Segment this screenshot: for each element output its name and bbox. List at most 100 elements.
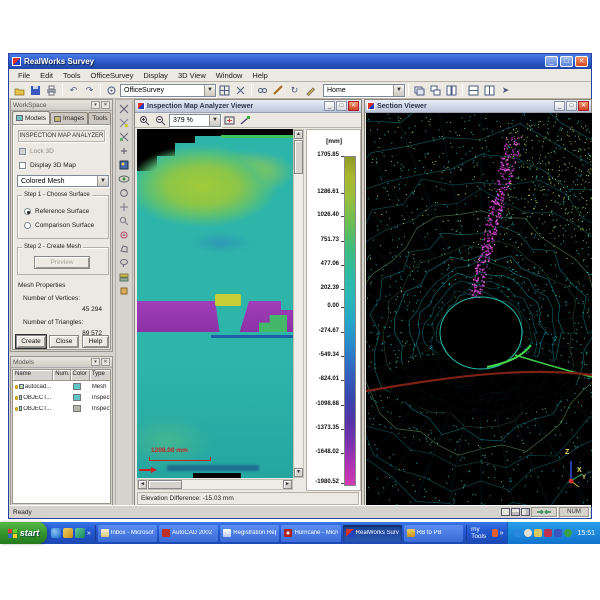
zoom-out-icon[interactable] [153, 113, 168, 127]
minimize-button[interactable]: _ [545, 56, 558, 67]
box-tool-icon[interactable] [117, 284, 131, 297]
scroll-right-icon[interactable]: ► [283, 480, 292, 489]
col-type[interactable]: Type [90, 370, 110, 380]
zoom-level-combobox[interactable]: 379 % ▼ [169, 114, 221, 127]
tray-update-icon[interactable] [534, 529, 542, 537]
quick-launch-overflow-icon[interactable]: » [87, 530, 91, 537]
rotate-icon[interactable]: ↻ [287, 83, 302, 97]
measure-icon[interactable] [271, 83, 286, 97]
tray-volume-icon[interactable] [524, 529, 532, 537]
desktop-icon[interactable] [63, 528, 73, 538]
vertical-scroll-thumb[interactable] [294, 140, 303, 174]
segment-keep-icon[interactable] [117, 116, 131, 129]
link-icon[interactable] [255, 83, 270, 97]
panel-menu-icon[interactable]: ▾ [91, 101, 100, 109]
pan-view-icon[interactable] [117, 200, 131, 213]
image-tool-icon[interactable] [117, 158, 131, 171]
menu-display[interactable]: Display [138, 71, 173, 80]
help-pointer-icon[interactable]: ➤ [498, 83, 513, 97]
map-viewer-titlebar[interactable]: Inspection Map Analyzer Viewer _ □ ✕ [135, 100, 361, 113]
panel-close-icon[interactable]: ✕ [101, 101, 110, 109]
menu-help[interactable]: Help [247, 71, 272, 80]
col-name[interactable]: Name [13, 370, 53, 380]
tray-display-icon[interactable] [554, 529, 562, 537]
table-row[interactable]: autocad... Mesh [13, 381, 110, 392]
mesh-type-combobox[interactable]: Colored Mesh ▼ [17, 175, 109, 187]
panel-close-icon[interactable]: ✕ [101, 358, 110, 366]
viewer-maximize-icon[interactable]: □ [336, 101, 347, 111]
start-button[interactable]: start [0, 522, 47, 544]
reference-surface-radio[interactable] [24, 208, 31, 215]
cascade-windows-icon[interactable] [428, 83, 443, 97]
task-autocad[interactable]: AutoCAD 2002 [159, 525, 218, 542]
maximize-button[interactable]: □ [560, 56, 573, 67]
layout-single-icon[interactable] [501, 508, 510, 516]
view-combobox[interactable]: Home ▼ [323, 84, 405, 97]
cut-icon[interactable] [233, 83, 248, 97]
vertical-scrollbar[interactable]: ▲ ▼ [293, 129, 304, 478]
rotate-view-icon[interactable] [117, 186, 131, 199]
lock3d-checkbox[interactable] [19, 148, 26, 155]
target-view-icon[interactable] [117, 228, 131, 241]
menu-edit[interactable]: Edit [35, 71, 58, 80]
task-realworks[interactable]: RealWorks Survey [343, 525, 402, 542]
lasso-tool-icon[interactable] [117, 256, 131, 269]
tray-shield-icon[interactable] [564, 529, 572, 537]
tray-network-icon[interactable] [514, 529, 522, 537]
media-icon[interactable] [75, 528, 85, 538]
save-icon[interactable] [28, 83, 43, 97]
browser-icon[interactable] [51, 528, 61, 538]
horizontal-scrollbar[interactable]: ◄ ► [137, 479, 293, 490]
menu-file[interactable]: File [13, 71, 35, 80]
open-icon[interactable] [12, 83, 27, 97]
menu-window[interactable]: Window [211, 71, 248, 80]
close-mesh-button[interactable]: Close [49, 335, 79, 348]
segment-delete-icon[interactable] [117, 102, 131, 115]
task-rb-to-pb[interactable]: RB to PB [404, 525, 463, 542]
mytools-toolbar[interactable]: my Tools » [466, 525, 507, 541]
tray-antivirus-icon[interactable] [544, 529, 552, 537]
section-3d-view[interactable]: Z X Y [366, 113, 592, 507]
segment-in-icon[interactable] [117, 130, 131, 143]
grid-icon[interactable] [217, 83, 232, 97]
split-vertical-icon[interactable] [482, 83, 497, 97]
horizontal-scroll-thumb[interactable] [148, 480, 182, 489]
scroll-down-icon[interactable]: ▼ [294, 468, 303, 477]
measure-map-icon[interactable] [238, 113, 253, 127]
zoom-in-icon[interactable] [137, 113, 152, 127]
viewer-close-icon[interactable]: ✕ [348, 101, 359, 111]
create-button[interactable]: Create [16, 335, 46, 348]
workspace-panel-titlebar[interactable]: WorkSpace ▾ ✕ [11, 100, 112, 111]
viewer-minimize-icon[interactable]: _ [554, 101, 565, 111]
chevron-down-icon[interactable]: ▼ [97, 176, 108, 186]
panel-menu-icon[interactable]: ▾ [91, 358, 100, 366]
viewer-close-icon[interactable]: ✕ [578, 101, 589, 111]
scroll-left-icon[interactable]: ◄ [138, 480, 147, 489]
display3dmap-checkbox[interactable] [19, 162, 26, 169]
task-inbox[interactable]: Inbox - Microsof... [98, 525, 157, 542]
layout-split-icon[interactable] [511, 508, 520, 516]
visibility-bulb-icon[interactable] [15, 407, 18, 411]
comparison-surface-radio[interactable] [24, 222, 31, 229]
officesurvey-combobox[interactable]: OfficeSurvey ▼ [120, 84, 216, 97]
edit-pen-icon[interactable] [303, 83, 318, 97]
tile-windows-icon[interactable] [444, 83, 459, 97]
task-hurricane[interactable]: Hurricane - Micro... [281, 525, 340, 542]
chevron-down-icon[interactable]: ▼ [393, 85, 404, 96]
new-window-icon[interactable] [412, 83, 427, 97]
col-num[interactable]: Num... [53, 370, 70, 380]
sync-views-icon[interactable] [531, 507, 557, 517]
chevron-down-icon[interactable]: ▼ [209, 115, 220, 126]
redo-icon[interactable]: ↷ [82, 83, 97, 97]
tab-images[interactable]: Images [50, 112, 88, 124]
section-viewer-titlebar[interactable]: Section Viewer _ □ ✕ [365, 100, 591, 113]
menu-officesurvey[interactable]: OfficeSurvey [86, 71, 139, 80]
print-icon[interactable] [44, 83, 59, 97]
elevation-map-canvas[interactable]: 1208.00 mm [137, 129, 293, 478]
table-row[interactable]: OBJECT... Inspectio [13, 392, 110, 403]
mytools-overflow-icon[interactable]: » [500, 530, 504, 537]
models-panel-titlebar[interactable]: Models ▾ ✕ [11, 357, 112, 368]
col-color[interactable]: Color [71, 370, 90, 380]
chevron-down-icon[interactable]: ▼ [204, 85, 215, 96]
viewer-minimize-icon[interactable]: _ [324, 101, 335, 111]
